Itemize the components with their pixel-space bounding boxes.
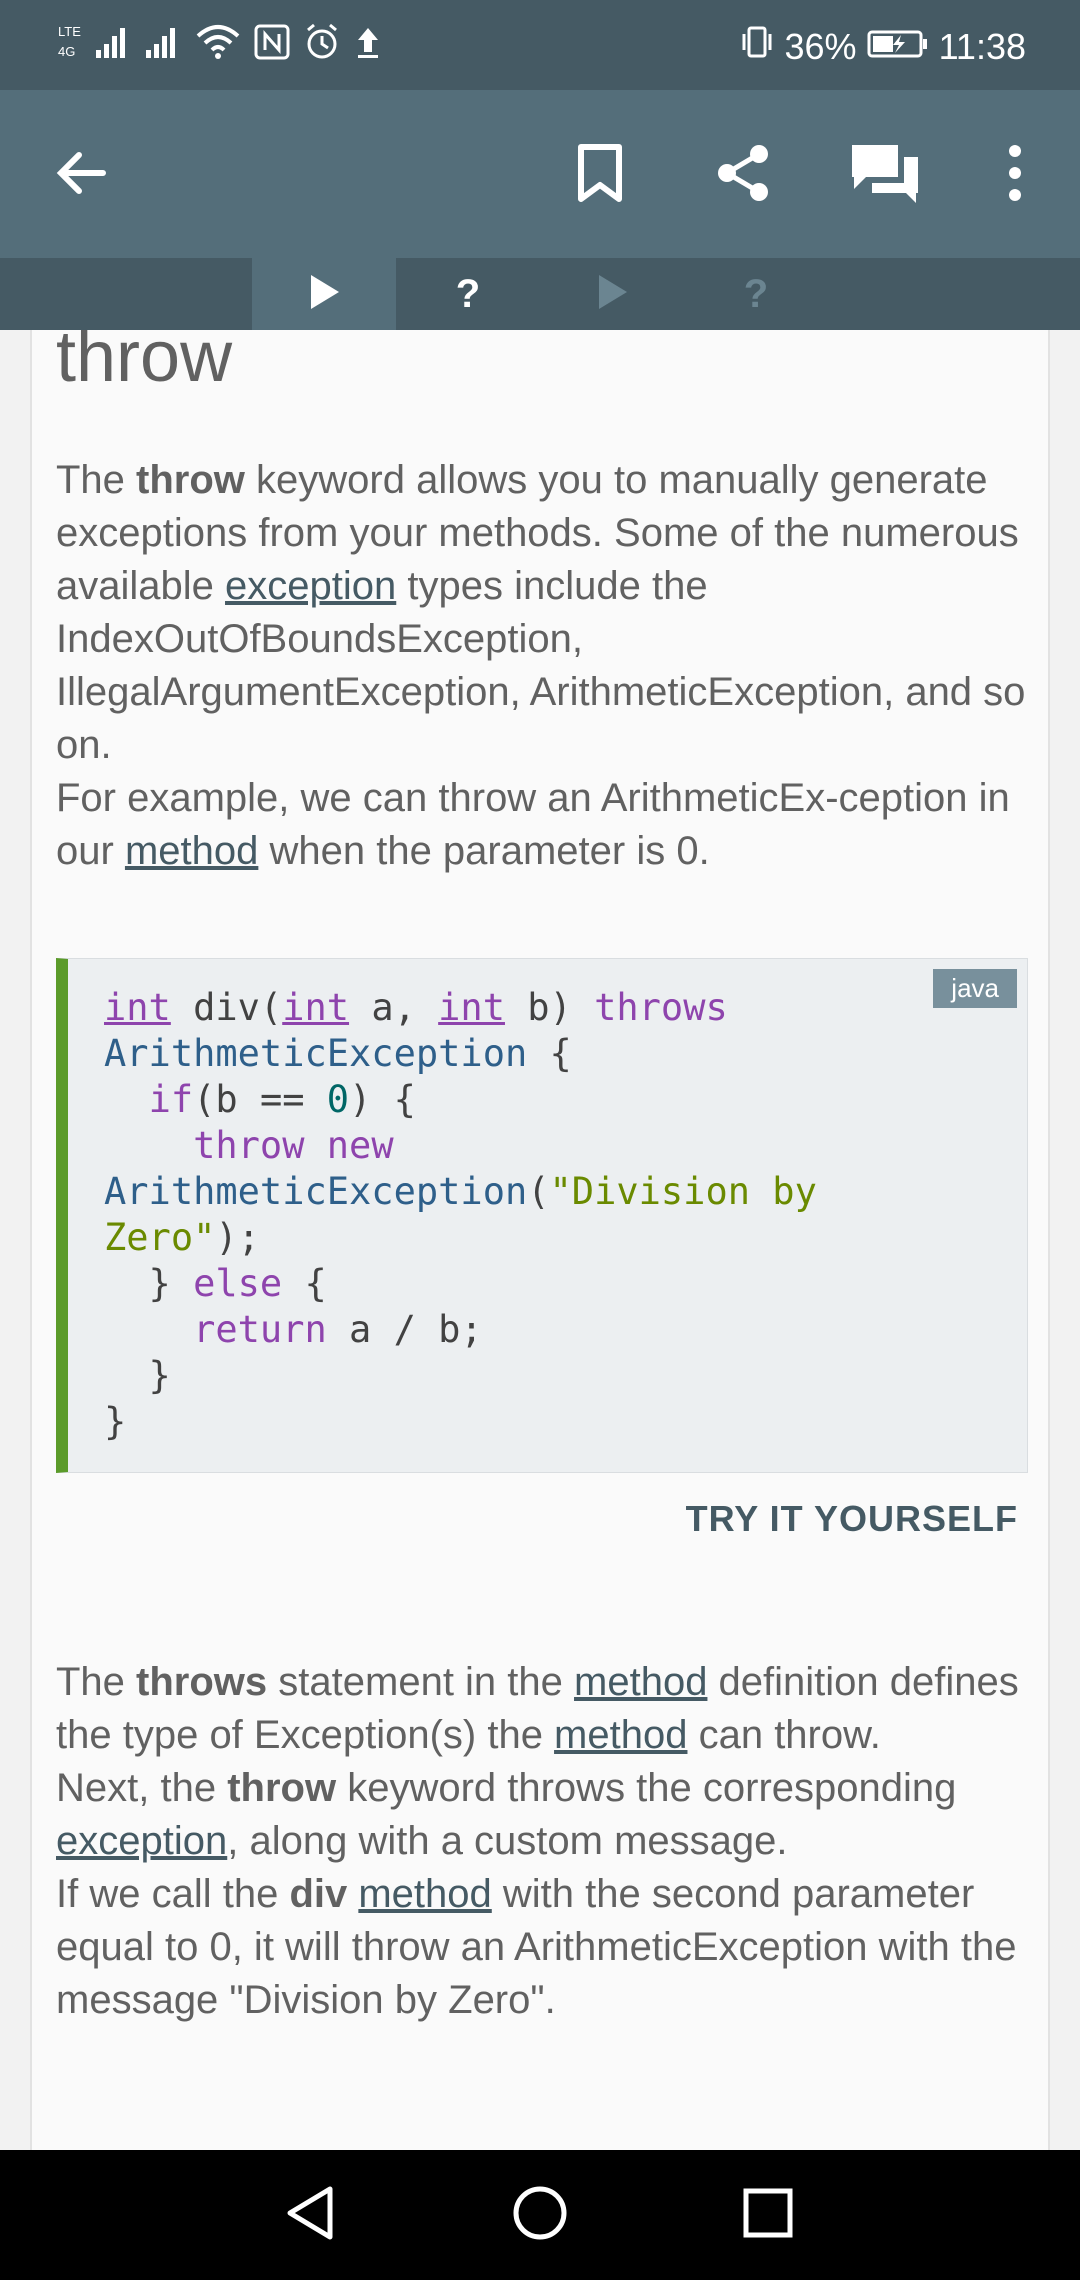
lesson-progress-tabs: ? ?: [0, 258, 1080, 330]
play-icon: [595, 273, 629, 316]
text: [347, 1872, 358, 1916]
nfc-icon: [254, 22, 290, 67]
vibrate-icon: [739, 22, 775, 71]
comments-button[interactable]: [840, 130, 930, 220]
keyword-div: div: [289, 1872, 348, 1916]
code-token: a / b;: [326, 1308, 483, 1351]
back-triangle-icon: [282, 2183, 338, 2248]
paragraph-intro: The throw keyword allows you to manually…: [56, 454, 1036, 878]
play-icon: [307, 273, 341, 316]
wifi-icon: [196, 22, 240, 67]
bookmark-icon: [575, 143, 625, 208]
nav-home-button[interactable]: [500, 2175, 580, 2255]
text: The: [56, 1660, 137, 1704]
code-token: (b ==: [193, 1078, 327, 1121]
code-token: Zero": [104, 1216, 216, 1259]
link-method[interactable]: method: [554, 1713, 687, 1757]
link-exception[interactable]: exception: [56, 1819, 227, 1863]
text: can throw.: [687, 1713, 881, 1757]
code-token: }: [104, 1354, 171, 1397]
code-token: div(: [170, 986, 283, 1029]
language-badge: java: [933, 969, 1017, 1008]
keyword-throws: throws: [136, 1660, 268, 1704]
text: statement in the: [267, 1660, 575, 1704]
back-arrow-icon: [53, 145, 109, 206]
code-token: }: [104, 1262, 194, 1305]
text: Next, the: [56, 1766, 228, 1810]
lesson-content: throw The throw keyword allows you to ma…: [30, 330, 1050, 2150]
text: The: [56, 458, 137, 502]
battery-percent: 36%: [784, 25, 857, 67]
app-bar: [0, 90, 1080, 258]
code-token: throw: [193, 1124, 305, 1167]
code-token: new: [326, 1124, 394, 1167]
code-token: }: [104, 1400, 127, 1443]
alarm-icon: [304, 22, 340, 67]
code-token: if: [148, 1078, 194, 1121]
code-token: "Division by: [549, 1170, 817, 1213]
system-navigation-bar: [0, 2150, 1080, 2280]
code-token: ArithmeticException: [104, 1170, 528, 1213]
code-block: java int div(int a, int b) throws Arithm…: [56, 958, 1028, 1473]
code-token: {: [282, 1262, 327, 1305]
share-icon: [713, 143, 773, 208]
code-token: int: [104, 986, 171, 1029]
clock-time: 11:38: [938, 25, 1026, 67]
code-token: throws: [594, 986, 728, 1029]
code-token: ArithmeticException: [104, 1032, 528, 1075]
nav-recents-button[interactable]: [728, 2175, 808, 2255]
code-token: {: [527, 1032, 572, 1075]
link-method[interactable]: method: [574, 1660, 707, 1704]
keyword-throw: throw: [227, 1766, 337, 1810]
lte-signal-icon: LTE 4G: [58, 22, 128, 67]
tab-lesson-1[interactable]: [252, 258, 396, 330]
code-token: int: [438, 986, 505, 1029]
tab-quiz-2[interactable]: ?: [684, 258, 828, 330]
tab-lesson-2[interactable]: [540, 258, 684, 330]
text: If we call the: [56, 1872, 290, 1916]
code-token: else: [193, 1262, 283, 1305]
code-token: ) {: [349, 1078, 416, 1121]
comments-icon: [850, 141, 920, 210]
code-token: return: [193, 1308, 327, 1351]
tab-quiz-1-label: ?: [455, 271, 481, 316]
upload-icon: [354, 22, 382, 67]
link-method[interactable]: method: [125, 829, 258, 873]
battery-icon: [867, 26, 929, 68]
code-token: int: [282, 986, 350, 1029]
text: keyword throws the corresponding: [336, 1766, 957, 1810]
svg-text:LTE: LTE: [58, 24, 81, 39]
code-token: a,: [349, 986, 439, 1029]
back-button[interactable]: [36, 130, 126, 220]
more-vert-icon: [1005, 143, 1025, 208]
text: , along with a custom message.: [227, 1819, 788, 1863]
lesson-heading: throw: [56, 330, 233, 397]
link-method[interactable]: method: [358, 1872, 491, 1916]
try-it-yourself-button[interactable]: TRY IT YOURSELF: [686, 1498, 1018, 1540]
paragraph-explanation: The throws statement in the method defin…: [56, 1656, 1036, 2027]
more-options-button[interactable]: [970, 130, 1060, 220]
recents-square-icon: [740, 2185, 796, 2246]
keyword-throw: throw: [136, 458, 245, 502]
share-button[interactable]: [698, 130, 788, 220]
bookmark-button[interactable]: [555, 130, 645, 220]
tab-quiz-2-label: ?: [743, 271, 769, 316]
status-bar: LTE 4G 36% 11:38: [0, 0, 1080, 90]
link-exception[interactable]: exception: [225, 564, 396, 608]
code-token: );: [215, 1216, 260, 1259]
text: when the parameter is 0.: [258, 829, 710, 873]
svg-text:4G: 4G: [58, 44, 75, 59]
nav-back-button[interactable]: [270, 2175, 350, 2255]
tab-quiz-1[interactable]: ?: [396, 258, 540, 330]
code-text: int div(int a, int b) throws ArithmeticE…: [104, 985, 817, 1445]
code-token: b): [504, 986, 595, 1029]
home-circle-icon: [510, 2183, 570, 2248]
code-token: 0: [326, 1078, 350, 1121]
code-token: (: [527, 1170, 550, 1213]
signal-icon: [142, 22, 182, 67]
